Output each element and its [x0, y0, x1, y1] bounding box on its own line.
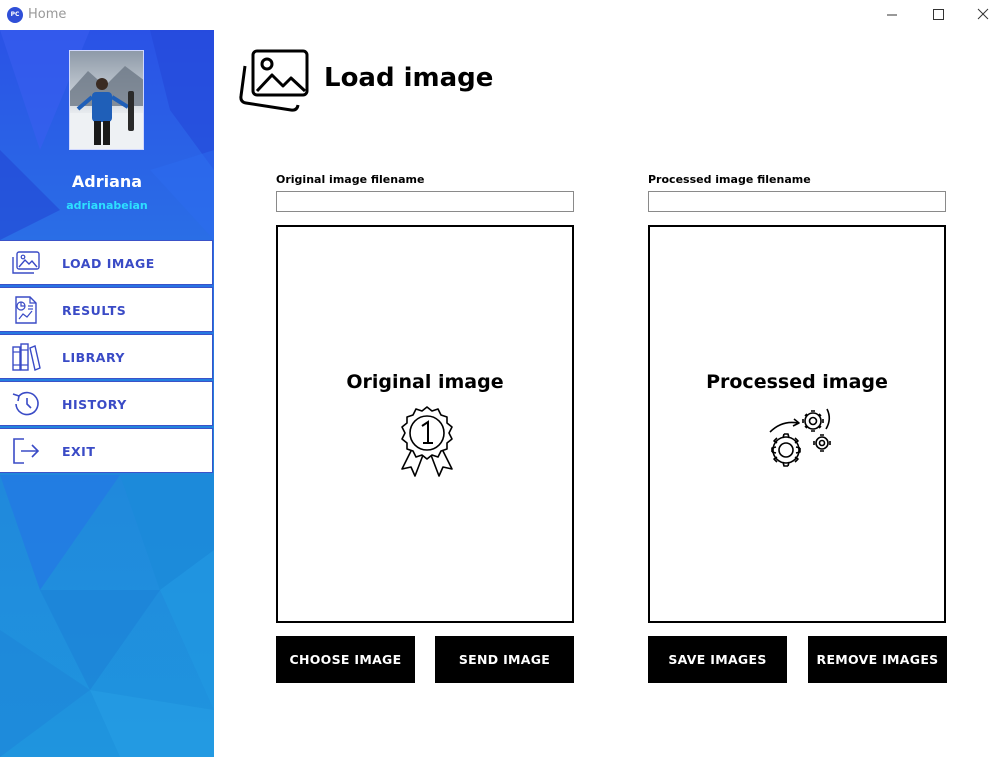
choose-image-button[interactable]: CHOOSE IMAGE — [276, 636, 415, 683]
sidebar-item-results[interactable]: RESULTS — [0, 287, 213, 332]
original-filename-input[interactable] — [276, 191, 574, 212]
maximize-button[interactable] — [915, 0, 961, 30]
maximize-icon — [933, 9, 944, 20]
app-logo-icon: PC — [7, 7, 23, 23]
remove-images-button[interactable]: REMOVE IMAGES — [808, 636, 947, 683]
window-title: Home — [28, 7, 67, 22]
sidebar-menu: LOAD IMAGE RESULTS LIBRARY HISTORY EXIT — [0, 240, 214, 475]
avatar-photo — [70, 66, 143, 149]
history-icon — [12, 391, 39, 416]
user-handle: adrianabeian — [66, 199, 148, 212]
sidebar-item-label: EXIT — [62, 444, 96, 459]
sidebar-item-label: RESULTS — [62, 303, 127, 318]
title-bar: PC Home — [0, 0, 1005, 30]
original-filename-label: Original image filename — [276, 173, 425, 186]
user-name: Adriana — [71, 172, 143, 191]
image-icon — [12, 251, 40, 274]
processed-filename-input[interactable] — [648, 191, 946, 212]
minimize-icon — [887, 14, 897, 16]
minimize-button[interactable] — [869, 0, 915, 30]
processed-filename-label: Processed image filename — [648, 173, 811, 186]
send-image-button[interactable]: SEND IMAGE — [435, 636, 574, 683]
processed-image-panel: Processed image — [648, 225, 946, 623]
close-button[interactable] — [960, 0, 1005, 30]
sidebar-item-exit[interactable]: EXIT — [0, 428, 213, 473]
exit-icon — [13, 438, 40, 464]
original-image-title: Original image — [346, 371, 504, 393]
page-title: Load image — [324, 63, 494, 93]
report-icon — [15, 296, 37, 324]
gears-icon — [769, 408, 831, 467]
sidebar-item-library[interactable]: LIBRARY — [0, 334, 213, 379]
close-icon — [977, 8, 989, 20]
image-gallery-icon — [239, 49, 309, 112]
original-image-panel: Original image — [276, 225, 574, 623]
sidebar-item-label: LIBRARY — [62, 350, 125, 365]
avatar[interactable] — [69, 50, 144, 150]
sidebar-item-label: LOAD IMAGE — [62, 256, 155, 271]
sidebar-item-load-image[interactable]: LOAD IMAGE — [0, 240, 213, 285]
books-icon — [12, 343, 41, 371]
sidebar-item-label: HISTORY — [62, 397, 127, 412]
sidebar: Adriana adrianabeian LOAD IMAGE RESULTS — [0, 30, 214, 757]
processed-image-title: Processed image — [706, 371, 888, 393]
sidebar-item-history[interactable]: HISTORY — [0, 381, 213, 426]
save-images-button[interactable]: SAVE IMAGES — [648, 636, 787, 683]
award-ribbon-icon — [401, 406, 453, 477]
